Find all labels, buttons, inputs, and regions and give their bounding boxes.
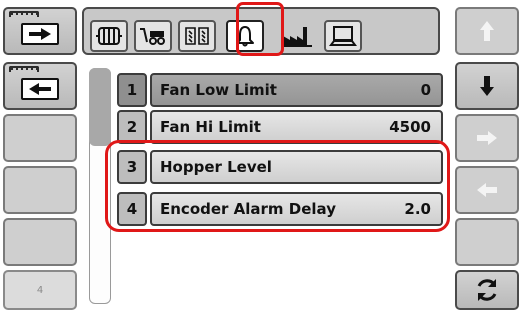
left-softkey-4[interactable] xyxy=(3,166,77,214)
page-number-label: 4 xyxy=(36,284,44,296)
factory-icon xyxy=(282,27,312,47)
page-number-softkey: 4 xyxy=(3,270,77,310)
alarm-settings-screen: 4 1 Fan Low Limit 0 2 Fan Hi Limit 4500 … xyxy=(0,0,522,310)
scroll-up-softkey[interactable] xyxy=(455,7,519,55)
row-label: Fan Low Limit xyxy=(160,81,277,99)
arrow-up-icon xyxy=(480,21,494,41)
scroll-down-softkey[interactable] xyxy=(455,62,519,110)
seed-drum-icon xyxy=(96,27,122,45)
arrow-left-icon xyxy=(21,78,59,100)
next-page-softkey[interactable] xyxy=(3,7,77,55)
right-softkey-5[interactable] xyxy=(455,218,519,266)
seeder-implement-icon xyxy=(140,28,165,45)
arrow-down-icon xyxy=(480,76,494,96)
list-item[interactable]: 1 Fan Low Limit 0 xyxy=(117,73,443,107)
tab-notch-decoration xyxy=(9,66,39,72)
refresh-softkey[interactable] xyxy=(455,270,519,310)
refresh-icon xyxy=(477,279,497,301)
row-label: Fan Hi Limit xyxy=(160,118,261,136)
move-right-softkey[interactable] xyxy=(455,114,519,162)
tab-seeder-implement[interactable] xyxy=(134,20,172,52)
list-item[interactable]: 2 Fan Hi Limit 4500 xyxy=(117,110,443,144)
list-scrollbar-thumb[interactable] xyxy=(89,68,111,146)
row-value: 4500 xyxy=(389,118,431,136)
tab-notch-decoration xyxy=(9,11,39,17)
row-index: 2 xyxy=(117,110,147,144)
left-softkey-5[interactable] xyxy=(3,218,77,266)
previous-page-softkey[interactable] xyxy=(3,62,77,110)
computer-monitor-icon xyxy=(329,26,357,46)
arrow-right-icon xyxy=(477,131,497,145)
row-index: 1 xyxy=(117,73,147,107)
seed-bin-icon xyxy=(185,27,209,45)
row-value: 0 xyxy=(420,81,431,99)
left-softkey-3[interactable] xyxy=(3,114,77,162)
row-field[interactable]: Fan Low Limit 0 xyxy=(150,73,443,107)
tab-monitor[interactable] xyxy=(324,20,362,52)
tab-seed-drum[interactable] xyxy=(90,20,128,52)
arrow-right-icon xyxy=(21,23,59,45)
active-tab-highlight xyxy=(236,2,284,56)
move-left-softkey[interactable] xyxy=(455,166,519,214)
rows-highlight-outline xyxy=(105,140,450,232)
arrow-left-icon xyxy=(477,183,497,197)
row-field[interactable]: Fan Hi Limit 4500 xyxy=(150,110,443,144)
tab-seed-bins[interactable] xyxy=(178,20,216,52)
